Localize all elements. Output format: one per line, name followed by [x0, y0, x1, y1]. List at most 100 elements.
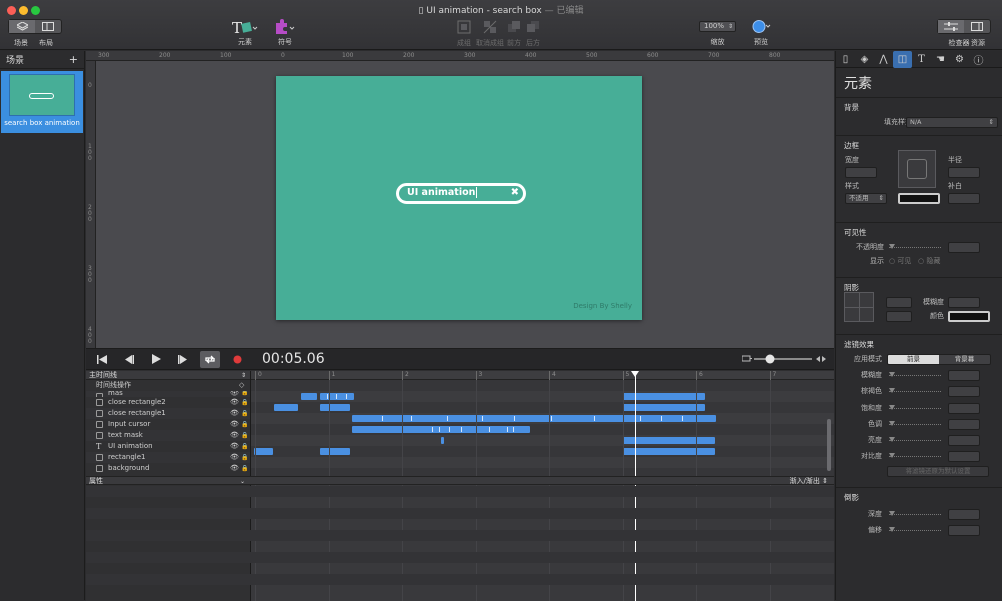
- filter-slider[interactable]: [889, 420, 941, 426]
- layer-row[interactable]: Input cursor 👁 🔒: [86, 419, 250, 430]
- properties-header[interactable]: 属性 ⌄ 渐入/渐出 ⇕: [86, 476, 834, 485]
- foreground-option[interactable]: 前景: [888, 355, 939, 364]
- eye-icon[interactable]: 👁: [230, 408, 239, 419]
- go-to-start-button[interactable]: [92, 351, 112, 368]
- depth-slider[interactable]: [889, 511, 941, 516]
- shadow-y-field[interactable]: [886, 311, 912, 322]
- keyframe-mark[interactable]: [346, 394, 347, 399]
- send-backward-button[interactable]: 后方: [524, 20, 542, 48]
- symbol-button[interactable]: 符号: [272, 19, 298, 47]
- hand-tab-icon[interactable]: ☚: [931, 51, 950, 68]
- typography-tab-icon[interactable]: T: [912, 51, 931, 68]
- keyframe-mark[interactable]: [513, 427, 514, 432]
- lock-icon[interactable]: 🔒: [241, 397, 248, 408]
- filter-field[interactable]: [948, 370, 980, 381]
- animation-bar[interactable]: [352, 426, 530, 433]
- offset-field[interactable]: [948, 525, 980, 536]
- search-box-element[interactable]: UI animation ✖: [396, 183, 526, 204]
- group-button[interactable]: 成组: [454, 20, 474, 48]
- layers-tab-icon[interactable]: ◈: [855, 51, 874, 68]
- reset-filters-button[interactable]: 将滤镜还原为默认设置: [887, 465, 989, 477]
- lock-icon[interactable]: 🔒: [241, 463, 248, 474]
- filter-field[interactable]: [948, 451, 980, 463]
- scene-item[interactable]: search box animation: [1, 71, 83, 133]
- layer-row[interactable]: close rectangle2 👁 🔒: [86, 397, 250, 408]
- border-style-select[interactable]: 不适用 ⇕: [845, 193, 887, 204]
- lock-icon[interactable]: 🔒: [241, 408, 248, 419]
- eye-icon[interactable]: 👁: [230, 391, 239, 397]
- step-back-button[interactable]: [119, 351, 139, 368]
- fill-style-select[interactable]: N/A ⇕: [906, 117, 998, 128]
- animation-bar[interactable]: [441, 437, 444, 444]
- eye-icon[interactable]: 👁: [230, 441, 239, 452]
- keyframe-mark[interactable]: [682, 416, 683, 421]
- resources-toggle-button[interactable]: [964, 20, 990, 33]
- keyframe-mark[interactable]: [594, 416, 595, 421]
- border-color-well[interactable]: [898, 193, 940, 204]
- gear-tab-icon[interactable]: ⚙: [950, 51, 969, 68]
- filter-field[interactable]: [948, 402, 980, 414]
- inspector-resources-toggle[interactable]: [937, 19, 991, 34]
- offset-slider[interactable]: [889, 527, 941, 532]
- animation-bar[interactable]: [320, 448, 350, 455]
- eye-icon[interactable]: 👁: [230, 397, 239, 408]
- metrics-tab-icon[interactable]: ⋀: [874, 51, 893, 68]
- animation-bar[interactable]: [320, 393, 354, 400]
- zoom-control[interactable]: 100% ⇕ 缩放: [699, 21, 736, 47]
- radius-field[interactable]: [948, 167, 980, 178]
- layout-mode-button[interactable]: [35, 20, 61, 33]
- step-forward-button[interactable]: [173, 351, 193, 368]
- keyframe-mark[interactable]: [551, 416, 552, 421]
- ungroup-button[interactable]: 取消成组: [476, 20, 504, 48]
- lock-icon[interactable]: 🔒: [241, 452, 248, 463]
- keyframe-mark[interactable]: [449, 427, 450, 432]
- animation-bar[interactable]: [623, 437, 715, 444]
- opacity-slider[interactable]: [889, 244, 941, 249]
- shadow-blur-field[interactable]: [948, 297, 980, 308]
- backdrop-option[interactable]: 背景幕: [939, 355, 990, 364]
- keyframe-mark[interactable]: [461, 427, 462, 432]
- timeline-scrollbar[interactable]: [827, 419, 831, 471]
- scene-mode-button[interactable]: [9, 20, 35, 33]
- filter-slider[interactable]: [889, 404, 941, 410]
- filter-field[interactable]: [948, 435, 980, 447]
- shadow-x-field[interactable]: [886, 297, 912, 308]
- filter-slider[interactable]: [889, 388, 941, 394]
- stage[interactable]: UI animation ✖ Design By Shelly: [276, 76, 642, 320]
- filter-slider[interactable]: [889, 453, 941, 459]
- scene-layout-toggle[interactable]: [8, 19, 62, 34]
- layer-row[interactable]: text mask 👁 🔒: [86, 430, 250, 441]
- layer-row[interactable]: close rectangle1 👁 🔒: [86, 408, 250, 419]
- border-width-field[interactable]: [845, 167, 877, 178]
- opacity-field[interactable]: [948, 242, 980, 253]
- lock-icon[interactable]: 🔒: [241, 391, 248, 396]
- timeline-zoom-slider[interactable]: [741, 353, 826, 365]
- apply-mode-toggle[interactable]: 前景 背景幕: [887, 354, 991, 365]
- element-button[interactable]: T 元素: [230, 19, 260, 47]
- record-button[interactable]: [227, 351, 247, 368]
- ease-selector[interactable]: 渐入/渐出 ⇕: [790, 477, 828, 486]
- keyframe-mark[interactable]: [411, 416, 412, 421]
- filter-slider[interactable]: [889, 437, 941, 443]
- element-tab-icon[interactable]: ◫: [893, 50, 912, 68]
- zoom-stepper[interactable]: 100% ⇕: [699, 21, 736, 32]
- play-button[interactable]: [146, 351, 166, 368]
- keyframe-mark[interactable]: [489, 427, 490, 432]
- canvas-area[interactable]: 300 200 100 0 100 200 300 400 500 600 700 800 0 100 2…: [86, 51, 834, 348]
- keyframe-mark[interactable]: [447, 416, 448, 421]
- keyframe-mark[interactable]: [514, 416, 515, 421]
- keyframe-diamond-icon[interactable]: ◇: [239, 380, 244, 391]
- keyframe-mark[interactable]: [382, 416, 383, 421]
- keyframe-mark[interactable]: [661, 416, 662, 421]
- layer-row[interactable]: rectangle1 👁 🔒: [86, 452, 250, 463]
- animation-bar[interactable]: [623, 448, 715, 455]
- lock-icon[interactable]: 🔒: [241, 419, 248, 430]
- animation-bar[interactable]: [254, 448, 273, 455]
- shadow-color-well[interactable]: [948, 311, 990, 322]
- lock-icon[interactable]: 🔒: [241, 441, 248, 452]
- filter-field[interactable]: [948, 418, 980, 430]
- filter-field[interactable]: [948, 386, 980, 398]
- eye-icon[interactable]: 👁: [230, 430, 239, 441]
- eye-icon[interactable]: 👁: [230, 419, 239, 430]
- eye-icon[interactable]: 👁: [230, 463, 239, 474]
